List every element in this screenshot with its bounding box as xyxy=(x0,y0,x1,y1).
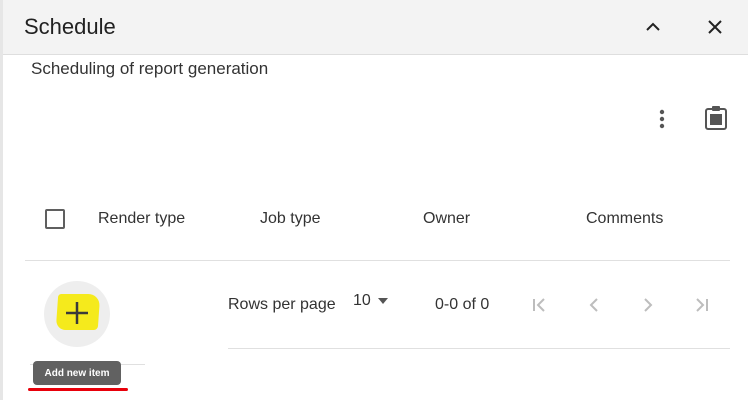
close-button[interactable] xyxy=(699,11,731,43)
page-range: 0-0 of 0 xyxy=(435,296,490,313)
last-page-icon xyxy=(696,298,708,312)
previous-page-button[interactable] xyxy=(580,291,608,319)
close-icon xyxy=(708,20,722,34)
rows-per-page-select[interactable]: 10 xyxy=(353,292,389,310)
next-page-button[interactable] xyxy=(634,291,662,319)
clipboard-icon xyxy=(705,106,727,130)
add-item-tooltip: Add new item xyxy=(33,361,121,385)
subtitle: Scheduling of report generation xyxy=(31,59,269,78)
column-header-owner[interactable]: Owner xyxy=(423,210,470,228)
left-edge xyxy=(0,0,3,400)
page-title: Schedule xyxy=(24,14,116,39)
column-header-comments[interactable]: Comments xyxy=(586,210,663,228)
pagination-divider xyxy=(228,348,730,349)
chevron-right-icon xyxy=(644,298,653,312)
collapse-button[interactable] xyxy=(637,11,669,43)
more-vertical-icon xyxy=(659,109,665,129)
clipboard-button[interactable] xyxy=(700,102,732,134)
table-header-divider xyxy=(25,260,730,261)
column-header-render-type[interactable]: Render type xyxy=(98,210,185,228)
caret-down-icon xyxy=(377,298,388,304)
more-options-button[interactable] xyxy=(646,103,678,135)
annotation-underline xyxy=(28,388,128,391)
select-all-checkbox[interactable] xyxy=(45,209,65,229)
panel-header: Schedule xyxy=(3,0,748,55)
rows-per-page-label: Rows per page xyxy=(228,296,336,313)
rows-per-page-value: 10 xyxy=(353,292,371,309)
first-page-icon xyxy=(533,298,545,312)
plus-icon xyxy=(66,302,88,324)
column-header-job-type[interactable]: Job type xyxy=(260,210,320,228)
first-page-button[interactable] xyxy=(525,291,553,319)
chevron-up-icon xyxy=(646,22,660,31)
chevron-left-icon xyxy=(589,298,598,312)
last-page-button[interactable] xyxy=(688,291,716,319)
